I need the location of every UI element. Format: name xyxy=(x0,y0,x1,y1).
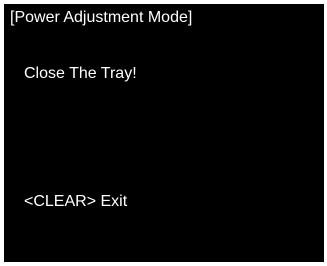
mode-title: [Power Adjustment Mode] xyxy=(10,9,193,26)
status-message: Close The Tray! xyxy=(24,65,137,82)
display-screen: [Power Adjustment Mode] Close The Tray! … xyxy=(4,4,324,262)
exit-hint: <CLEAR> Exit xyxy=(24,193,128,210)
